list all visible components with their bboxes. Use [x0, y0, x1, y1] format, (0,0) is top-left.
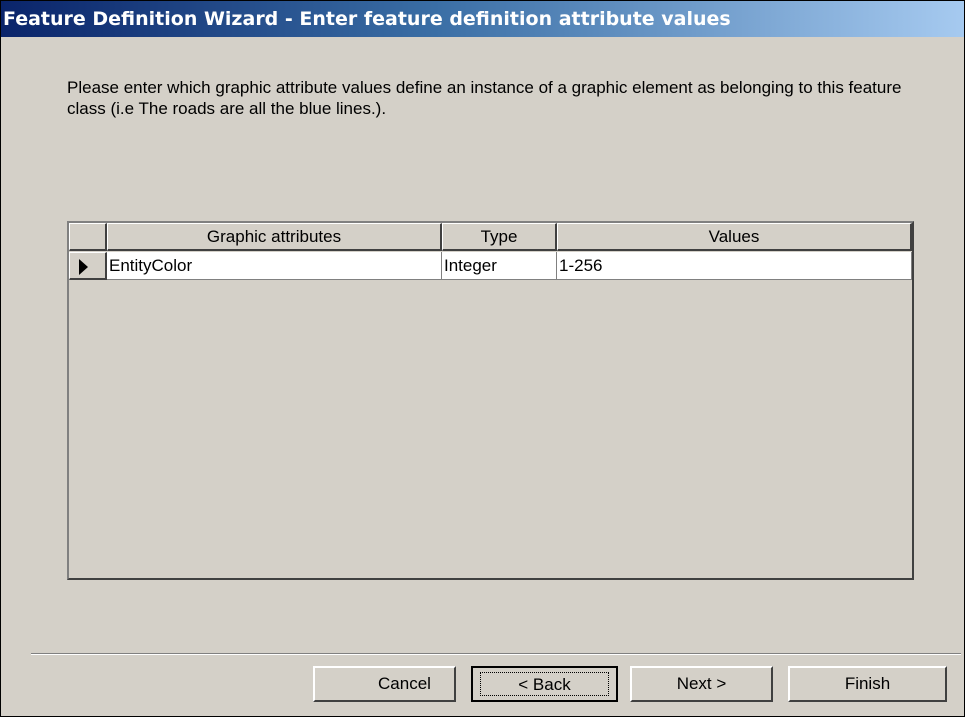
cell-values[interactable]: 1-256: [557, 252, 912, 280]
window-title: Feature Definition Wizard - Enter featur…: [3, 8, 731, 30]
column-header-graphic-attributes[interactable]: Graphic attributes: [107, 223, 442, 251]
cell-type[interactable]: Integer: [442, 252, 557, 280]
grid-header: Graphic attributes Type Values: [69, 223, 912, 251]
row-selector-header: [69, 223, 107, 251]
finish-button[interactable]: Finish: [788, 666, 947, 702]
back-button[interactable]: < Back: [471, 666, 618, 702]
current-row-arrow-icon: [79, 259, 88, 275]
column-header-values[interactable]: Values: [557, 223, 912, 251]
title-bar[interactable]: Feature Definition Wizard - Enter featur…: [1, 1, 964, 37]
next-button[interactable]: Next >: [630, 666, 773, 702]
footer-divider: [31, 653, 961, 655]
attribute-grid[interactable]: Graphic attributes Type Values EntityCol…: [67, 221, 914, 580]
cancel-button[interactable]: Cancel: [313, 666, 456, 702]
table-row[interactable]: EntityColor Integer 1-256: [69, 252, 912, 280]
cell-graphic-attribute[interactable]: EntityColor: [107, 252, 442, 280]
row-selector[interactable]: [69, 252, 107, 280]
column-header-type[interactable]: Type: [442, 223, 557, 251]
wizard-window: Feature Definition Wizard - Enter featur…: [0, 0, 965, 717]
instructions-text: Please enter which graphic attribute val…: [67, 78, 902, 118]
back-button-label: < Back: [480, 672, 609, 696]
